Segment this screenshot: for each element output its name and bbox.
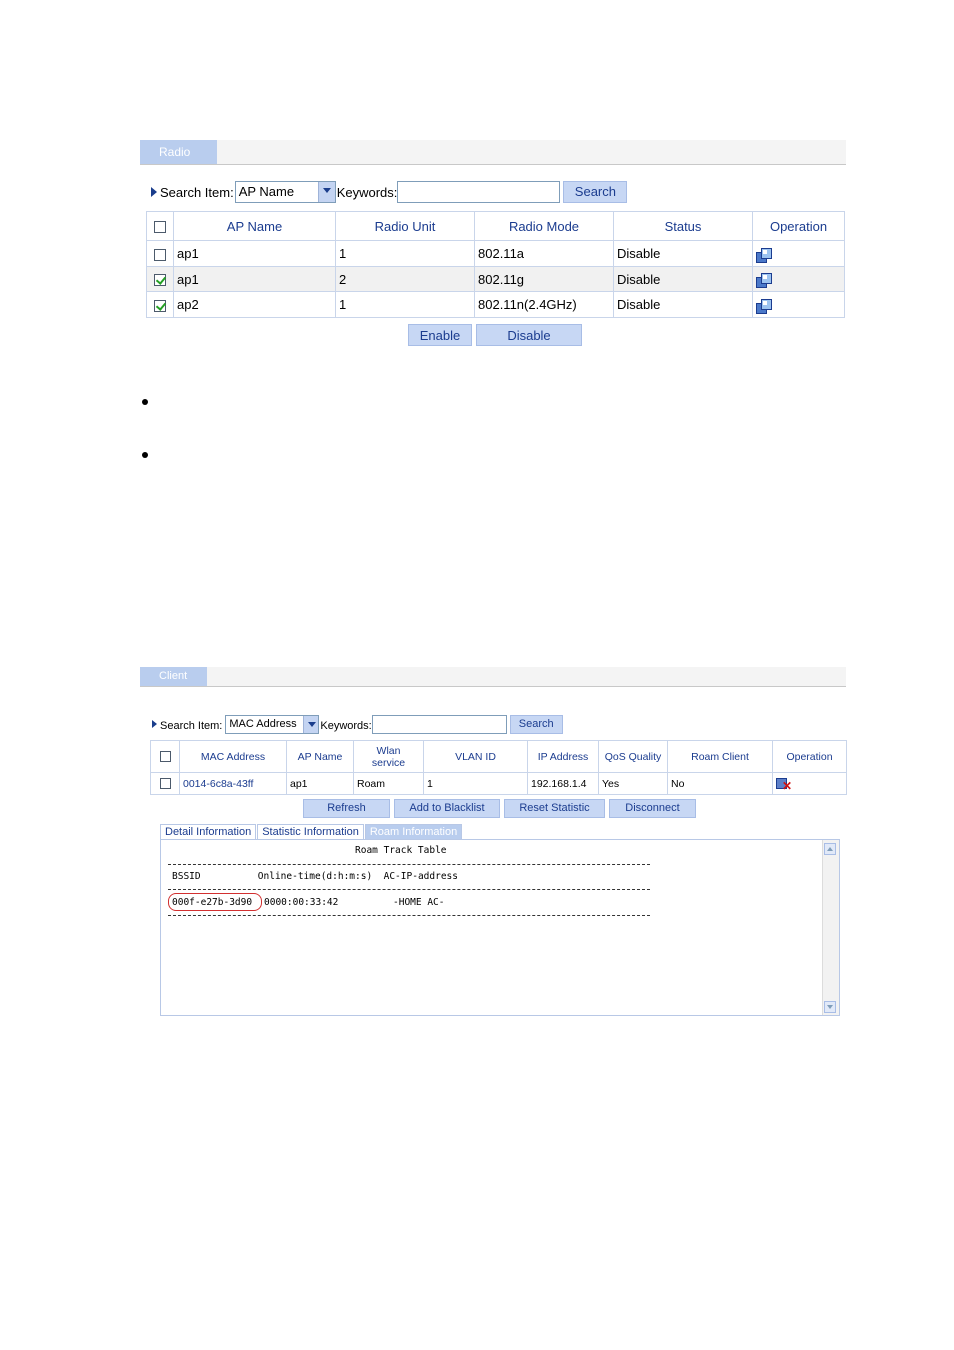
col-ap-name[interactable]: AP Name [286, 740, 354, 773]
row-checkbox[interactable] [154, 248, 166, 261]
cell-status: Disable [613, 266, 753, 292]
client-search-row: Search Item: MAC Address Keywords: Searc… [152, 714, 563, 734]
client-search-item-value: MAC Address [229, 717, 297, 730]
cell-radio-unit: 2 [335, 266, 475, 292]
configure-icon[interactable] [756, 272, 772, 289]
cell-mac-address[interactable]: 0014-6c8a-43ff [179, 772, 287, 795]
tab-client[interactable]: Client [140, 667, 207, 686]
tab-radio-label: Radio [159, 145, 191, 159]
col-roam-client[interactable]: Roam Client [667, 740, 773, 773]
roam-scrollbar[interactable] [822, 840, 839, 1015]
col-vlan-id[interactable]: VLAN ID [423, 740, 528, 773]
client-table: MAC Address AP Name Wlan service VLAN ID… [150, 740, 847, 795]
radio-search-button[interactable]: Search [563, 181, 628, 203]
info-subtabs: Detail Information Statistic Information… [160, 824, 463, 839]
client-search-item-select[interactable]: MAC Address [225, 714, 320, 734]
col-radio-unit[interactable]: Radio Unit [335, 211, 475, 241]
col-radio-mode[interactable]: Radio Mode [474, 211, 614, 241]
col-mac-address[interactable]: MAC Address [179, 740, 287, 773]
divider [168, 889, 650, 890]
configure-icon[interactable] [756, 247, 772, 263]
roam-table-header: BSSID Online-time(d:h:m:s) AC-IP-address [172, 871, 458, 882]
roam-ac-ip: -HOME AC- [393, 897, 445, 908]
col-ip-address[interactable]: IP Address [527, 740, 599, 773]
cell-ap-name: ap2 [173, 291, 336, 318]
col-operation: Operation [772, 740, 847, 773]
cell-ap-name: ap1 [173, 240, 336, 267]
cell-qos-quality: Yes [598, 772, 668, 795]
client-keywords-input[interactable] [371, 714, 507, 734]
chevron-down-icon[interactable] [317, 182, 335, 202]
cell-radio-mode: 802.11a [474, 240, 614, 267]
col-qos-quality[interactable]: QoS Quality [598, 740, 668, 773]
cell-ap-name: ap1 [173, 266, 336, 292]
table-row: 0014-6c8a-43ff ap1 Roam 1 192.168.1.4 Ye… [150, 772, 847, 795]
scroll-down-icon[interactable] [824, 1001, 836, 1013]
row-checkbox[interactable] [159, 778, 171, 790]
radio-search-label: Search Item: [160, 184, 234, 200]
radio-select-all[interactable] [146, 211, 174, 241]
cell-roam-client: No [667, 772, 773, 795]
refresh-button[interactable]: Refresh [303, 799, 390, 818]
client-tabbar: Client [140, 667, 846, 687]
row-checkbox[interactable] [154, 274, 166, 287]
bullet-point [142, 452, 148, 458]
roam-table-title: Roam Track Table [355, 845, 447, 856]
tab-roam-information[interactable]: Roam Information [364, 824, 463, 839]
roam-track-panel[interactable]: Roam Track Table BSSID Online-time(d:h:m… [160, 839, 840, 1016]
tab-radio[interactable]: Radio [140, 140, 217, 164]
radio-keywords-input[interactable] [397, 181, 561, 203]
cell-radio-unit: 1 [335, 291, 475, 318]
col-operation: Operation [752, 211, 845, 241]
radio-table: AP Name Radio Unit Radio Mode Status Ope… [146, 211, 845, 318]
client-keywords-label: Keywords: [320, 719, 372, 732]
radio-search-row: Search Item: AP Name Keywords: Search [151, 180, 628, 204]
arrow-right-icon [151, 187, 157, 197]
disconnect-button[interactable]: Disconnect [609, 799, 696, 818]
roam-bssid: 000f-e27b-3d90 [172, 897, 253, 908]
client-search-button[interactable]: Search [509, 714, 563, 734]
cell-vlan-id: 1 [423, 772, 528, 795]
roam-online-time: 0000:00:33:42 [264, 897, 339, 908]
cell-radio-mode: 802.11g [474, 266, 614, 292]
radio-keywords-label: Keywords: [336, 184, 398, 200]
radio-search-item-select[interactable]: AP Name [234, 181, 336, 203]
cell-status: Disable [613, 240, 753, 267]
bullet-point [142, 399, 148, 405]
cell-radio-unit: 1 [335, 240, 475, 267]
add-to-blacklist-button[interactable]: Add to Blacklist [394, 799, 500, 818]
cell-radio-mode: 802.11n(2.4GHz) [474, 291, 614, 318]
radio-tabbar: Radio [140, 140, 846, 165]
cell-ap-name: ap1 [286, 772, 354, 795]
radio-search-item-value: AP Name [238, 184, 295, 199]
client-search-label: Search Item: [160, 719, 223, 732]
tab-detail-information[interactable]: Detail Information [160, 824, 257, 839]
table-row: ap2 1 802.11n(2.4GHz) Disable [146, 291, 845, 318]
enable-button[interactable]: Enable [408, 324, 472, 346]
table-row: ap1 1 802.11a Disable [146, 240, 845, 267]
divider [168, 864, 650, 865]
row-checkbox[interactable] [154, 299, 166, 312]
cell-wlan-service: Roam [353, 772, 424, 795]
chevron-down-icon[interactable] [303, 715, 319, 733]
divider [168, 915, 650, 916]
configure-icon[interactable] [756, 298, 772, 314]
reset-statistic-button[interactable]: Reset Statistic [504, 799, 605, 818]
cell-status: Disable [613, 291, 753, 318]
col-wlan-service[interactable]: Wlan service [353, 740, 424, 773]
table-row: ap1 2 802.11g Disable [146, 266, 845, 292]
disconnect-icon[interactable]: ✕ [776, 776, 792, 792]
client-select-all[interactable] [150, 740, 180, 773]
col-status[interactable]: Status [613, 211, 753, 241]
col-ap-name[interactable]: AP Name [173, 211, 336, 241]
tab-client-label: Client [159, 670, 188, 682]
select-all-checkbox[interactable] [154, 221, 166, 234]
scroll-up-icon[interactable] [824, 843, 836, 855]
disable-button[interactable]: Disable [476, 324, 582, 346]
cell-ip-address: 192.168.1.4 [527, 772, 599, 795]
arrow-right-icon [152, 720, 157, 728]
tab-statistic-information[interactable]: Statistic Information [257, 824, 364, 839]
select-all-checkbox[interactable] [159, 751, 171, 763]
